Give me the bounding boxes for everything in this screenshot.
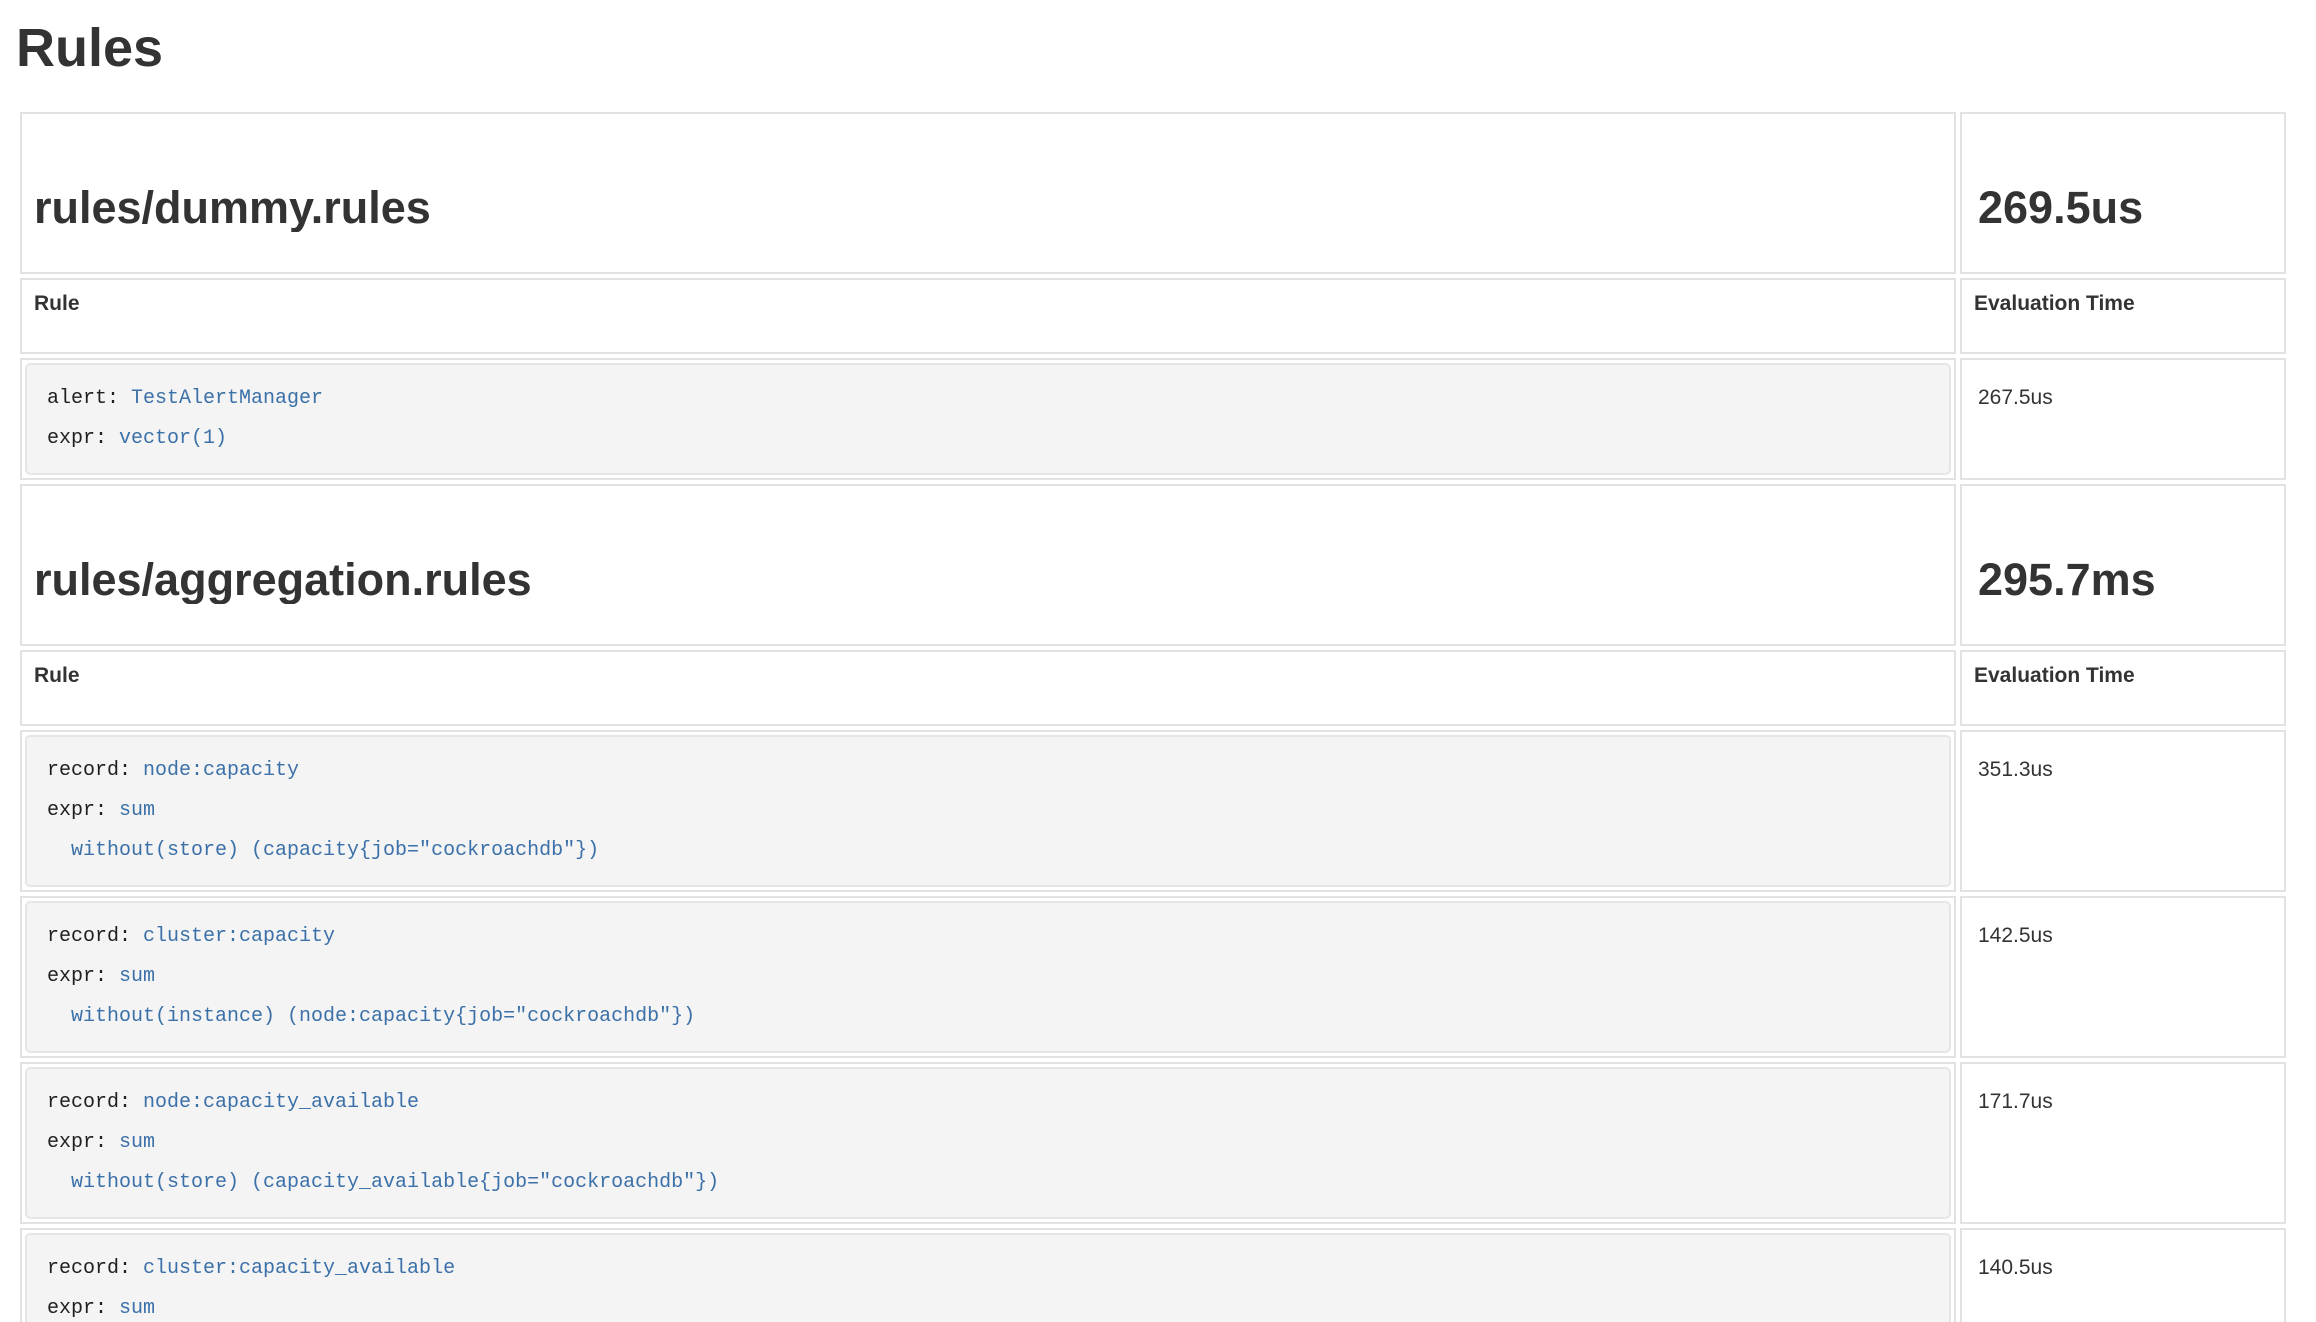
code-line: record: cluster:capacity <box>47 917 1929 957</box>
evaluation-time-value: 351.3us <box>1960 730 2286 892</box>
code-line: record: node:capacity <box>47 751 1929 791</box>
rule-key: expr: <box>47 965 119 988</box>
rule-key: expr: <box>47 1131 119 1154</box>
rule-cell: record: node:capacity expr: sum without(… <box>20 730 1956 892</box>
rule-key: record: <box>47 759 143 782</box>
rule-cell: record: node:capacity_available expr: su… <box>20 1062 1956 1224</box>
column-header-row: Rule Evaluation Time <box>20 278 2286 354</box>
rule-key: alert: <box>47 387 131 410</box>
evaluation-time-value: 171.7us <box>1960 1062 2286 1224</box>
code-line: expr: vector(1) <box>47 419 1929 459</box>
rule-key: expr: <box>47 799 119 822</box>
rule-key: expr: <box>47 1297 119 1320</box>
rule-column-header: Rule <box>20 650 1956 726</box>
group-time-cell: 269.5us <box>1960 112 2286 274</box>
group-header-row: rules/dummy.rules 269.5us <box>20 112 2286 274</box>
group-header-row: rules/aggregation.rules 295.7ms <box>20 484 2286 646</box>
code-line: expr: sum <box>47 1123 1929 1163</box>
rule-key: record: <box>47 925 143 948</box>
rule-key: expr: <box>47 427 119 450</box>
rule-row: record: cluster:capacity_available expr:… <box>20 1228 2286 1322</box>
rule-row: record: cluster:capacity expr: sum witho… <box>20 896 2286 1058</box>
code-line: without(store) (capacity_available{job="… <box>47 1163 1929 1203</box>
expr-link[interactable]: sum <box>119 1297 155 1320</box>
evaluation-time-value: 140.5us <box>1960 1228 2286 1322</box>
rule-row: alert: TestAlertManager expr: vector(1) … <box>20 358 2286 480</box>
rule-cell: record: cluster:capacity_available expr:… <box>20 1228 1956 1322</box>
alert-name-link[interactable]: TestAlertManager <box>131 387 323 410</box>
code-line: alert: TestAlertManager <box>47 379 1929 419</box>
evaluation-time-value: 142.5us <box>1960 896 2286 1058</box>
rule-row: record: node:capacity expr: sum without(… <box>20 730 2286 892</box>
expr-link[interactable]: vector(1) <box>119 427 227 450</box>
record-name-link[interactable]: node:capacity_available <box>143 1091 419 1114</box>
group-evaluation-time: 269.5us <box>1962 155 2284 232</box>
record-name-link[interactable]: cluster:capacity_available <box>143 1257 455 1280</box>
expr-link[interactable]: sum <box>119 965 155 988</box>
rules-table: rules/dummy.rules 269.5us Rule Evaluatio… <box>16 108 2290 1322</box>
group-name-cell: rules/dummy.rules <box>20 112 1956 274</box>
group-time-cell: 295.7ms <box>1960 484 2286 646</box>
rule-row: record: node:capacity_available expr: su… <box>20 1062 2286 1224</box>
page-title: Rules <box>16 18 2290 78</box>
record-name-link[interactable]: node:capacity <box>143 759 299 782</box>
group-name-cell: rules/aggregation.rules <box>20 484 1956 646</box>
group-name: rules/dummy.rules <box>22 155 1954 232</box>
expr-link[interactable]: without(instance) (node:capacity{job="co… <box>47 1005 695 1028</box>
code-line: expr: sum <box>47 791 1929 831</box>
record-name-link[interactable]: cluster:capacity <box>143 925 335 948</box>
code-line: without(instance) (node:capacity{job="co… <box>47 997 1929 1037</box>
rule-column-header: Rule <box>20 278 1956 354</box>
expr-link[interactable]: without(store) (capacity{job="cockroachd… <box>47 839 599 862</box>
code-line: expr: sum <box>47 957 1929 997</box>
code-line: record: node:capacity_available <box>47 1083 1929 1123</box>
expr-link[interactable]: without(store) (capacity_available{job="… <box>47 1171 719 1194</box>
rule-code-block: record: cluster:capacity expr: sum witho… <box>25 901 1951 1053</box>
column-header-row: Rule Evaluation Time <box>20 650 2286 726</box>
code-line: expr: sum <box>47 1289 1929 1322</box>
rule-key: record: <box>47 1257 143 1280</box>
code-line: without(store) (capacity{job="cockroachd… <box>47 831 1929 871</box>
rule-code-block: alert: TestAlertManager expr: vector(1) <box>25 363 1951 475</box>
code-line: record: cluster:capacity_available <box>47 1249 1929 1289</box>
expr-link[interactable]: sum <box>119 1131 155 1154</box>
rule-cell: record: cluster:capacity expr: sum witho… <box>20 896 1956 1058</box>
rules-page: Rules rules/dummy.rules 269.5us Rule Eva… <box>0 18 2316 1322</box>
rule-code-block: record: node:capacity expr: sum without(… <box>25 735 1951 887</box>
rule-cell: alert: TestAlertManager expr: vector(1) <box>20 358 1956 480</box>
group-evaluation-time: 295.7ms <box>1962 527 2284 604</box>
rule-code-block: record: node:capacity_available expr: su… <box>25 1067 1951 1219</box>
evaluation-time-value: 267.5us <box>1960 358 2286 480</box>
rule-key: record: <box>47 1091 143 1114</box>
group-name: rules/aggregation.rules <box>22 527 1954 604</box>
expr-link[interactable]: sum <box>119 799 155 822</box>
evaluation-time-column-header: Evaluation Time <box>1960 650 2286 726</box>
rule-code-block: record: cluster:capacity_available expr:… <box>25 1233 1951 1322</box>
evaluation-time-column-header: Evaluation Time <box>1960 278 2286 354</box>
